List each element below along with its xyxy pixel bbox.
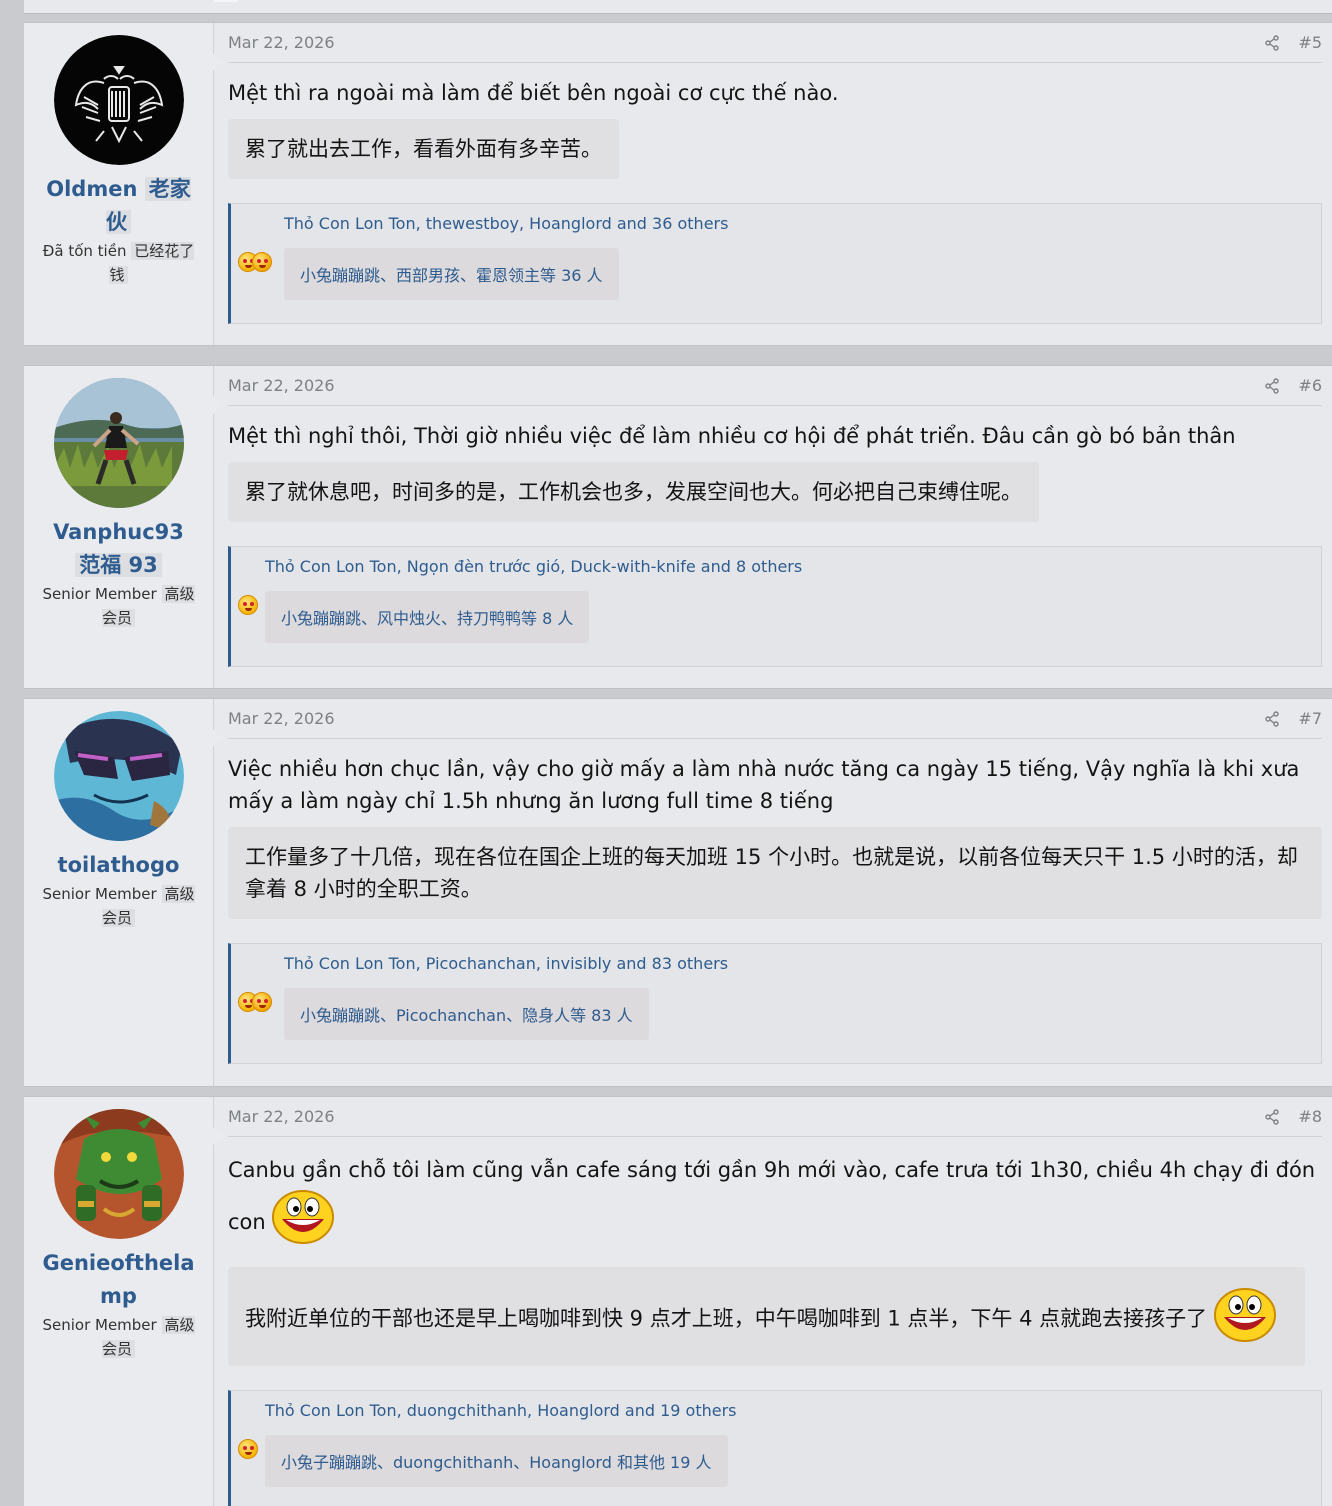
user-title: Senior Member 高级会员	[24, 882, 213, 930]
post-header: Mar 22, 2026 #6	[228, 366, 1322, 406]
post-message-text: Canbu gần chỗ tôi làm cũng vẫn cafe sáng…	[228, 1158, 1316, 1234]
avatar[interactable]	[53, 378, 184, 508]
share-icon[interactable]	[1264, 34, 1280, 51]
avatar[interactable]	[53, 1109, 184, 1239]
share-icon[interactable]	[1264, 710, 1280, 727]
laugh-reaction-icon	[238, 1439, 258, 1459]
post-message: Việc nhiều hơn chục lần, vậy cho giờ mấy…	[228, 757, 1300, 813]
post-message: Canbu gần chỗ tôi làm cũng vẫn cafe sáng…	[228, 1151, 1322, 1257]
post-number-link[interactable]: #8	[1298, 1107, 1322, 1126]
post-7: toilathogo Senior Member 高级会员 Mar 22, 20…	[24, 698, 1332, 1087]
post-translation-text: 我附近单位的干部也还是早上喝咖啡到快 9 点才上班，中午喝咖啡到 1 点半，下午…	[245, 1306, 1208, 1331]
love-reaction-icon	[252, 252, 272, 272]
reactions-translation: 小兔子蹦蹦跳、duongchithanh、Hoanglord 和其他 19 人	[265, 1435, 728, 1487]
share-icon[interactable]	[1264, 377, 1280, 394]
post-content: Mar 22, 2026 #5 Mệt thì ra ngoài mà làm …	[214, 23, 1332, 345]
post-date[interactable]: Mar 22, 2026	[228, 1107, 335, 1126]
reactions-list[interactable]: Thỏ Con Lon Ton, thewestboy, Hoanglord a…	[284, 210, 1321, 238]
reaction-icons[interactable]	[238, 1439, 258, 1459]
reactions-list[interactable]: Thỏ Con Lon Ton, duongchithanh, Hoanglor…	[265, 1397, 1321, 1425]
username-text[interactable]: Oldmen	[46, 177, 137, 201]
post-message: Mệt thì ra ngoài mà làm để biết bên ngoà…	[228, 81, 839, 105]
username-text[interactable]: Genieofthelamp	[42, 1251, 194, 1308]
post-body: Mệt thì ra ngoài mà làm để biết bên ngoà…	[228, 77, 1322, 179]
post-header: Mar 22, 2026 #5	[228, 23, 1322, 63]
post-body: Việc nhiều hơn chục lần, vậy cho giờ mấy…	[228, 753, 1322, 919]
laugh-reaction-icon	[238, 595, 258, 615]
user-title-text: Senior Member	[42, 585, 157, 603]
smiley-emoji-icon	[272, 1189, 335, 1257]
username[interactable]: Genieofthelamp	[24, 1247, 213, 1313]
user-panel: Oldmen 老家伙 Đã tốn tiền 已经花了钱	[24, 23, 222, 345]
previous-post-edge	[0, 0, 1332, 20]
post-content: Mar 22, 2026 #8 Canbu gần chỗ tôi làm cũ…	[214, 1097, 1332, 1506]
post-translation: 累了就休息吧，时间多的是，工作机会也多，发展空间也大。何必把自己束缚住呢。	[228, 462, 1039, 522]
post-6: Vanphuc93 范福 93 Senior Member 高级会员 Mar 2…	[24, 365, 1332, 689]
post-number-link[interactable]: #7	[1298, 709, 1322, 728]
username[interactable]: toilathogo	[24, 849, 213, 882]
post-date[interactable]: Mar 22, 2026	[228, 709, 335, 728]
post-translation: 累了就出去工作，看看外面有多辛苦。	[228, 119, 619, 179]
post-number-link[interactable]: #5	[1298, 33, 1322, 52]
post-8: Genieofthelamp Senior Member 高级会员 Mar 22…	[24, 1096, 1332, 1506]
user-title: Senior Member 高级会员	[24, 1313, 213, 1361]
username[interactable]: Vanphuc93 范福 93	[24, 516, 213, 582]
user-title: Senior Member 高级会员	[24, 582, 213, 630]
reactions-translation: 小兔蹦蹦跳、风中烛火、持刀鸭鸭等 8 人	[265, 591, 590, 643]
user-title-text: Đã tốn tiền	[42, 242, 127, 260]
reactions-list[interactable]: Thỏ Con Lon Ton, Picochanchan, invisibly…	[284, 950, 1321, 978]
user-panel: Vanphuc93 范福 93 Senior Member 高级会员	[24, 366, 222, 688]
post-content: Mar 22, 2026 #6 Mệt thì nghỉ thôi, Thời …	[214, 366, 1332, 688]
user-title-text: Senior Member	[42, 885, 157, 903]
reactions-bar[interactable]: Thỏ Con Lon Ton, duongchithanh, Hoanglor…	[228, 1390, 1322, 1506]
reactions-bar[interactable]: Thỏ Con Lon Ton, thewestboy, Hoanglord a…	[228, 203, 1322, 324]
username-text[interactable]: toilathogo	[58, 853, 180, 877]
reactions-translation: 小兔蹦蹦跳、Picochanchan、隐身人等 83 人	[284, 988, 649, 1040]
reactions-translation: 小兔蹦蹦跳、西部男孩、霍恩领主等 36 人	[284, 248, 619, 300]
post-date[interactable]: Mar 22, 2026	[228, 376, 335, 395]
reactions-bar[interactable]: Thỏ Con Lon Ton, Ngọn đèn trước gió, Duc…	[228, 546, 1322, 667]
post-translation: 我附近单位的干部也还是早上喝咖啡到快 9 点才上班，中午喝咖啡到 1 点半，下午…	[228, 1267, 1305, 1366]
reaction-icons[interactable]	[238, 595, 258, 615]
smiley-emoji-icon	[1213, 1287, 1276, 1352]
reaction-icons[interactable]	[238, 252, 272, 272]
love-reaction-icon	[252, 992, 272, 1012]
user-panel: toilathogo Senior Member 高级会员	[24, 699, 222, 1086]
post-header: Mar 22, 2026 #8	[228, 1097, 1322, 1137]
post-number-link[interactable]: #6	[1298, 376, 1322, 395]
post-body: Mệt thì nghỉ thôi, Thời giờ nhiều việc đ…	[228, 420, 1322, 522]
user-title: Đã tốn tiền 已经花了钱	[24, 239, 213, 287]
avatar[interactable]	[53, 35, 184, 165]
user-title-text: Senior Member	[42, 1316, 157, 1334]
post-content: Mar 22, 2026 #7 Việc nhiều hơn chục lần,…	[214, 699, 1332, 1086]
post-message: Mệt thì nghỉ thôi, Thời giờ nhiều việc đ…	[228, 424, 1236, 448]
username[interactable]: Oldmen 老家伙	[24, 173, 213, 239]
reaction-icons[interactable]	[238, 992, 272, 1012]
username-translation: 范福 93	[75, 553, 162, 577]
reactions-bar[interactable]: Thỏ Con Lon Ton, Picochanchan, invisibly…	[228, 943, 1322, 1064]
reactions-list[interactable]: Thỏ Con Lon Ton, Ngọn đèn trước gió, Duc…	[265, 553, 1321, 581]
share-icon[interactable]	[1264, 1108, 1280, 1125]
username-text[interactable]: Vanphuc93	[53, 520, 184, 544]
post-translation: 工作量多了十几倍，现在各位在国企上班的每天加班 15 个小时。也就是说，以前各位…	[228, 827, 1322, 919]
post-date[interactable]: Mar 22, 2026	[228, 33, 335, 52]
post-body: Canbu gần chỗ tôi làm cũng vẫn cafe sáng…	[228, 1151, 1322, 1366]
avatar[interactable]	[53, 711, 184, 841]
post-header: Mar 22, 2026 #7	[228, 699, 1322, 739]
user-panel: Genieofthelamp Senior Member 高级会员	[24, 1097, 222, 1506]
post-5: Oldmen 老家伙 Đã tốn tiền 已经花了钱 Mar 22, 202…	[24, 22, 1332, 346]
